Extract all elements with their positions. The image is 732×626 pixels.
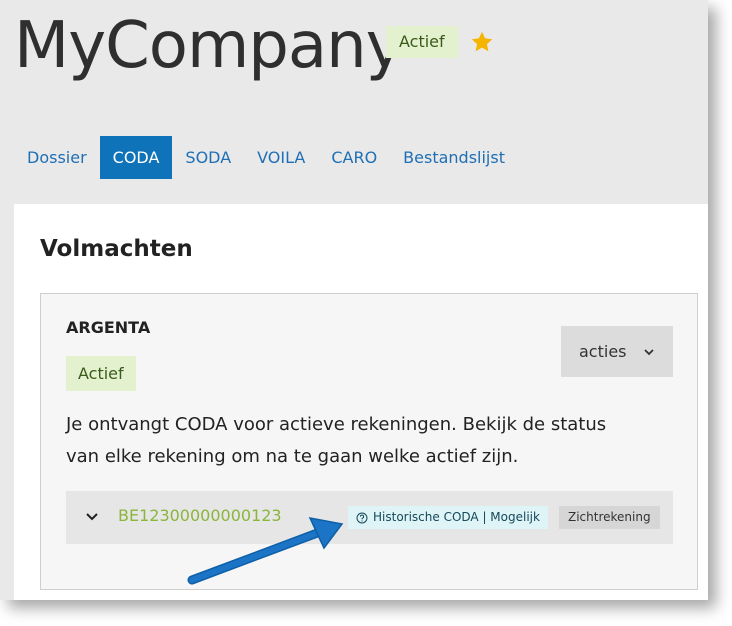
tab-caro[interactable]: CARO — [318, 136, 390, 179]
chevron-down-icon — [644, 349, 654, 356]
tab-coda[interactable]: CODA — [99, 136, 173, 179]
historic-coda-tag: Historische CODA | Mogelijk — [348, 506, 548, 529]
bank-status-badge: Actief — [66, 356, 136, 391]
bank-panel: ARGENTA Actief acties Je ontvangt CODA v… — [40, 293, 698, 590]
tab-voila[interactable]: VOILA — [244, 136, 318, 179]
question-circle-icon — [356, 512, 368, 523]
chevron-down-icon[interactable] — [84, 509, 100, 525]
star-icon[interactable] — [470, 30, 494, 54]
account-iban[interactable]: BE12300000000123 — [118, 506, 282, 525]
tab-soda[interactable]: SODA — [172, 136, 244, 179]
app-window: MyCompany Actief Dossier CODA SODA VOILA… — [0, 0, 708, 600]
actions-label: acties — [579, 342, 627, 361]
status-badge: Actief — [386, 26, 458, 58]
bank-name: ARGENTA — [66, 318, 151, 337]
account-type-tag: Zichtrekening — [559, 506, 660, 529]
content-card: Volmachten ARGENTA Actief acties Je ontv… — [14, 204, 708, 600]
tab-bestandslijst[interactable]: Bestandslijst — [390, 136, 518, 179]
actions-dropdown[interactable]: acties — [561, 326, 673, 377]
account-row[interactable]: BE12300000000123 Historische CODA | Moge… — [66, 491, 673, 544]
bank-description: Je ontvangt CODA voor actieve rekeningen… — [66, 414, 607, 467]
tab-bar: Dossier CODA SODA VOILA CARO Bestandslij… — [14, 136, 518, 179]
page-title: MyCompany — [14, 9, 404, 83]
section-title: Volmachten — [40, 236, 193, 262]
historic-coda-label: Historische CODA | Mogelijk — [373, 510, 540, 524]
tab-dossier[interactable]: Dossier — [14, 136, 100, 179]
